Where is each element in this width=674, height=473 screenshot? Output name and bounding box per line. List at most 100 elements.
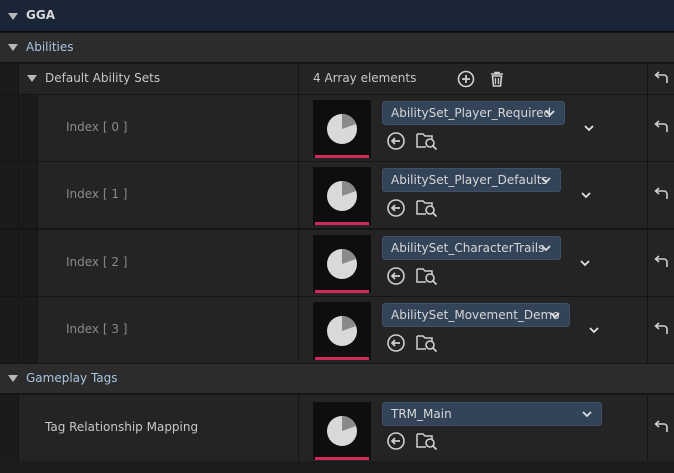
divider [18, 395, 19, 461]
indent-guide [0, 297, 18, 363]
asset-picker-combo[interactable]: AbilitySet_CharacterTrails [382, 236, 561, 260]
pie-chart-icon [327, 181, 357, 211]
reset-to-default-icon[interactable] [652, 418, 672, 438]
divider [37, 162, 38, 228]
column-divider [298, 64, 299, 94]
reset-to-default-icon[interactable] [652, 69, 672, 89]
expand-chevron-icon[interactable] [579, 257, 591, 269]
indent-guide [0, 162, 18, 228]
category-label: Gameplay Tags [26, 371, 118, 385]
column-divider [298, 297, 299, 363]
browse-asset-icon[interactable] [416, 131, 438, 151]
divider [647, 64, 648, 94]
collapse-triangle-icon[interactable] [8, 375, 18, 382]
asset-thumbnail[interactable] [313, 100, 371, 158]
use-selected-asset-icon[interactable] [386, 431, 406, 451]
indent-guide [19, 162, 37, 228]
array-entry-row: Index [ 3 ] AbilitySet_Movement_Demo [0, 297, 674, 363]
collapse-triangle-icon[interactable] [8, 44, 18, 51]
divider [37, 297, 38, 363]
expand-chevron-icon[interactable] [580, 189, 592, 201]
section-title: GGA [26, 8, 55, 22]
indent-guide [19, 95, 37, 161]
array-entry-row: Index [ 0 ] AbilitySet_Player_Required [0, 95, 674, 161]
divider [18, 64, 19, 94]
browse-asset-icon[interactable] [416, 266, 438, 286]
chevron-down-icon [540, 242, 552, 254]
reset-to-default-icon[interactable] [652, 185, 672, 205]
category-label: Abilities [26, 40, 74, 54]
chevron-down-icon [540, 174, 552, 186]
reset-to-default-icon[interactable] [652, 253, 672, 273]
asset-picker-combo[interactable]: AbilitySet_Player_Required [382, 101, 565, 125]
asset-picker-value: AbilitySet_Movement_Demo [391, 308, 560, 322]
category-gameplay-tags[interactable]: Gameplay Tags [0, 364, 674, 394]
divider [37, 230, 38, 296]
pie-chart-icon [327, 249, 357, 279]
indent-guide [0, 230, 18, 296]
browse-asset-icon[interactable] [416, 431, 438, 451]
trash-icon[interactable] [488, 70, 506, 88]
array-entry-row: Index [ 1 ] AbilitySet_Player_Defaults [0, 162, 674, 228]
column-divider [298, 230, 299, 296]
chevron-down-icon [549, 309, 561, 321]
property-label: Tag Relationship Mapping [45, 420, 199, 434]
browse-asset-icon[interactable] [416, 333, 438, 353]
pie-chart-icon [327, 316, 357, 346]
asset-thumbnail[interactable] [313, 167, 371, 225]
category-abilities[interactable]: Abilities [0, 33, 674, 63]
tag-relationship-row: Tag Relationship Mapping TRM_Main [0, 395, 674, 461]
array-index-label: Index [ 0 ] [66, 120, 128, 134]
array-entry-row: Index [ 2 ] AbilitySet_CharacterTrails [0, 230, 674, 296]
add-element-icon[interactable] [457, 70, 475, 88]
bottom-area [0, 461, 674, 473]
reset-to-default-icon[interactable] [652, 320, 672, 340]
asset-picker-combo[interactable]: AbilitySet_Player_Defaults [382, 168, 561, 192]
pie-chart-icon [327, 114, 357, 144]
array-index-label: Index [ 1 ] [66, 187, 128, 201]
divider [37, 95, 38, 161]
browse-asset-icon[interactable] [416, 198, 438, 218]
asset-picker-value: AbilitySet_Player_Defaults [391, 173, 548, 187]
expand-chevron-icon[interactable] [588, 324, 600, 336]
indent-guide [0, 395, 18, 461]
divider [647, 395, 648, 461]
property-label: Default Ability Sets [45, 71, 161, 85]
indent-guide [0, 64, 18, 94]
use-selected-asset-icon[interactable] [386, 131, 406, 151]
indent-guide [19, 297, 37, 363]
indent-guide [0, 95, 18, 161]
chevron-down-icon [581, 408, 593, 420]
pie-chart-icon [327, 416, 357, 446]
indent-guide [19, 230, 37, 296]
asset-picker-combo[interactable]: TRM_Main [382, 402, 602, 426]
column-divider [298, 95, 299, 161]
expand-chevron-icon[interactable] [583, 122, 595, 134]
row-separator [0, 228, 674, 229]
array-count: 4 Array elements [313, 71, 417, 85]
divider [647, 95, 648, 161]
collapse-triangle-icon[interactable] [27, 75, 37, 82]
asset-picker-value: TRM_Main [391, 407, 452, 421]
asset-picker-combo[interactable]: AbilitySet_Movement_Demo [382, 303, 570, 327]
array-index-label: Index [ 2 ] [66, 255, 128, 269]
asset-picker-value: AbilitySet_Player_Required [391, 106, 552, 120]
asset-thumbnail[interactable] [313, 235, 371, 293]
reset-to-default-icon[interactable] [652, 118, 672, 138]
use-selected-asset-icon[interactable] [386, 266, 406, 286]
column-divider [298, 395, 299, 461]
asset-picker-value: AbilitySet_CharacterTrails [391, 241, 545, 255]
divider [647, 297, 648, 363]
asset-thumbnail[interactable] [313, 402, 371, 460]
use-selected-asset-icon[interactable] [386, 198, 406, 218]
asset-thumbnail[interactable] [313, 302, 371, 360]
default-ability-sets-row: Default Ability Sets 4 Array elements [0, 64, 674, 94]
chevron-down-icon [544, 107, 556, 119]
column-divider [298, 162, 299, 228]
use-selected-asset-icon[interactable] [386, 333, 406, 353]
section-header-gga[interactable]: GGA [0, 0, 674, 32]
array-index-label: Index [ 3 ] [66, 322, 128, 336]
collapse-triangle-icon[interactable] [8, 13, 18, 20]
divider [647, 230, 648, 296]
divider [647, 162, 648, 228]
